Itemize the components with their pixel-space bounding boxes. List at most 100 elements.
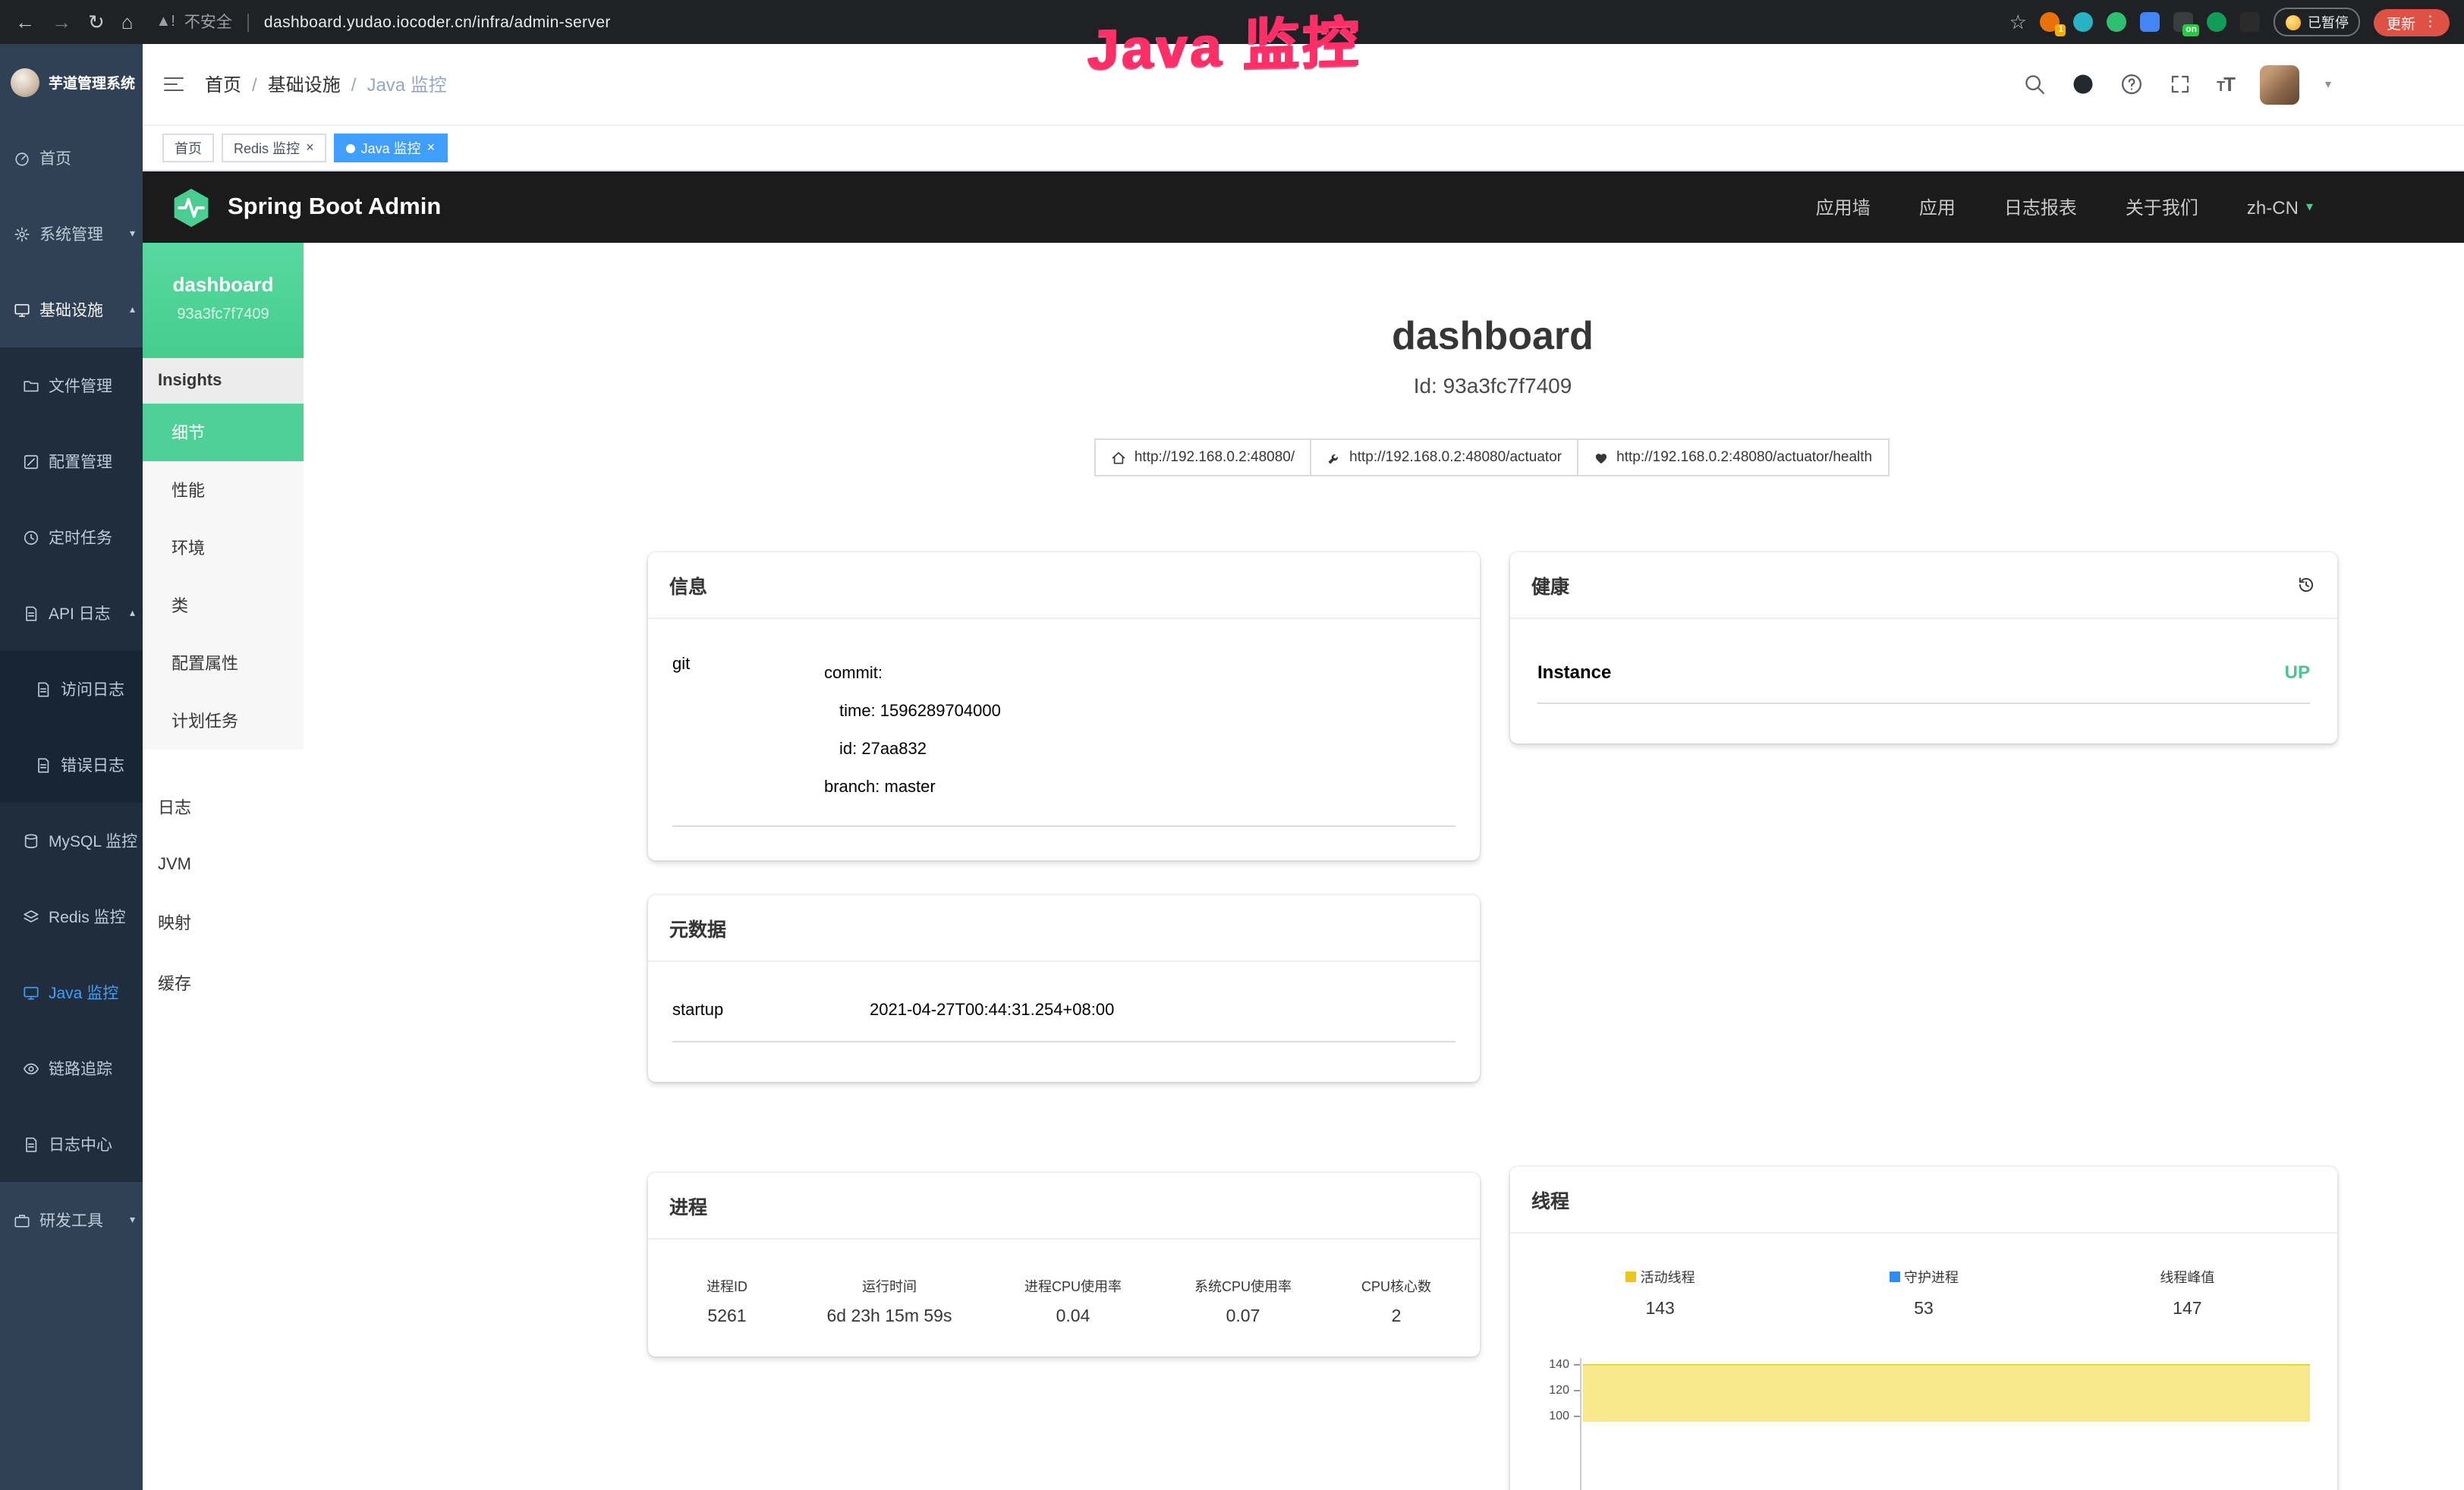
sidebar-item-api-log[interactable]: API 日志 ▴ bbox=[0, 575, 143, 651]
breadcrumb-infra[interactable]: 基础设施 bbox=[268, 71, 341, 97]
breadcrumb-home[interactable]: 首页 bbox=[205, 71, 241, 97]
extension-green-circle-icon[interactable] bbox=[2107, 12, 2127, 32]
sidebar-item-access-log[interactable]: 访问日志 bbox=[0, 651, 143, 727]
sidebar-item-devtools[interactable]: 研发工具 ▾ bbox=[0, 1182, 143, 1258]
sba-nav-applications[interactable]: 应用 bbox=[1919, 194, 1956, 220]
sync-paused-pill[interactable]: 已暂停 bbox=[2274, 8, 2361, 36]
sba-item-configprops[interactable]: 配置属性 bbox=[143, 634, 304, 692]
sidebar-item-config[interactable]: 配置管理 bbox=[0, 423, 143, 499]
sidebar-item-log-center[interactable]: 日志中心 bbox=[0, 1106, 143, 1182]
threads-chart: 140 120 100 bbox=[1528, 1358, 2319, 1490]
font-size-icon[interactable]: TT bbox=[2217, 73, 2234, 96]
sba-nav-wallboard[interactable]: 应用墙 bbox=[1816, 194, 1871, 220]
sidebar-item-error-log[interactable]: 错误日志 bbox=[0, 727, 143, 803]
threads-legend-values: 143 53 147 bbox=[1528, 1300, 2319, 1319]
wrench-icon bbox=[1326, 450, 1342, 465]
sidebar-item-files[interactable]: 文件管理 bbox=[0, 347, 143, 423]
sba-item-metrics[interactable]: 性能 bbox=[143, 461, 304, 519]
sidebar-item-infra[interactable]: 基础设施 ▴ bbox=[0, 272, 143, 347]
main-sidebar: 芋道管理系统 首页 系统管理 ▾ 基础设施 ▴ 文件管理 bbox=[0, 44, 143, 1490]
service-url-button[interactable]: http://192.168.0.2:48080/ bbox=[1095, 439, 1311, 476]
history-icon[interactable] bbox=[2296, 575, 2316, 595]
document-icon bbox=[35, 681, 52, 697]
sba-item-jvm[interactable]: JVM bbox=[143, 838, 304, 892]
bookmark-star-icon[interactable]: ☆ bbox=[2009, 12, 2027, 32]
folder-icon bbox=[23, 377, 39, 394]
address-bar[interactable]: ▲! 不安全 dashboard.yudao.iocoder.cn/infra/… bbox=[156, 11, 611, 33]
yellow-swatch-icon bbox=[1625, 1272, 1636, 1282]
extension-leaf-icon[interactable] bbox=[2208, 12, 2227, 32]
actuator-url-button[interactable]: http://192.168.0.2:48080/actuator bbox=[1310, 439, 1578, 476]
sidebar-item-redis[interactable]: Redis 监控 bbox=[0, 879, 143, 954]
extension-teal-icon[interactable] bbox=[2074, 12, 2094, 32]
user-avatar[interactable] bbox=[2260, 64, 2299, 104]
home-icon[interactable]: ⌂ bbox=[121, 12, 134, 32]
sidebar-item-home[interactable]: 首页 bbox=[0, 120, 143, 196]
eye-icon bbox=[23, 1060, 39, 1077]
logo-avatar-icon bbox=[11, 68, 39, 96]
paused-label: 已暂停 bbox=[2308, 12, 2349, 32]
page-subtitle: Id: 93a3fc7f7409 bbox=[648, 373, 2337, 398]
tab-java[interactable]: Java 监控 × bbox=[334, 134, 448, 162]
sba-item-environment[interactable]: 环境 bbox=[143, 519, 304, 577]
avatar-caret-icon[interactable]: ▾ bbox=[2325, 77, 2331, 91]
sba-item-scheduled[interactable]: 计划任务 bbox=[143, 692, 304, 750]
github-icon[interactable] bbox=[2071, 73, 2094, 96]
instance-card[interactable]: dashboard 93a3fc7f7409 bbox=[143, 243, 304, 358]
toolbox-icon bbox=[14, 1212, 30, 1228]
tab-redis[interactable]: Redis 监控 × bbox=[222, 134, 326, 162]
url-text[interactable]: dashboard.yudao.iocoder.cn/infra/admin-s… bbox=[264, 13, 611, 31]
help-icon[interactable] bbox=[2119, 73, 2142, 96]
kebab-menu-icon[interactable]: ⋮ bbox=[2423, 14, 2437, 30]
sba-nav-about[interactable]: 关于我们 bbox=[2126, 194, 2198, 220]
extension-dark-icon[interactable]: on bbox=[2174, 12, 2194, 32]
sidebar-item-trace[interactable]: 链路追踪 bbox=[0, 1030, 143, 1106]
monitor-icon bbox=[14, 301, 30, 318]
locale-selector[interactable]: zh-CN ▾ bbox=[2247, 196, 2313, 218]
extension-orange-icon[interactable]: 1 bbox=[2041, 12, 2060, 32]
health-row-label: Instance bbox=[1537, 662, 1611, 683]
close-icon[interactable]: × bbox=[306, 141, 314, 155]
app-header: 首页 / 基础设施 / Java 监控 TT ▾ bbox=[143, 44, 2464, 126]
forward-icon[interactable]: → bbox=[52, 12, 71, 32]
chevron-down-icon: ▾ bbox=[130, 228, 135, 240]
active-dot-icon bbox=[346, 143, 355, 152]
sba-item-logs[interactable]: 日志 bbox=[143, 777, 304, 838]
extension-blue-grid-icon[interactable] bbox=[2141, 12, 2160, 32]
sidebar-item-java[interactable]: Java 监控 bbox=[0, 954, 143, 1030]
metadata-row: startup 2021-04-27T00:44:31.254+08:00 bbox=[672, 1001, 1455, 1042]
app-logo[interactable]: 芋道管理系统 bbox=[0, 44, 143, 120]
sidebar-item-jobs[interactable]: 定时任务 bbox=[0, 499, 143, 575]
metadata-value: 2021-04-27T00:44:31.254+08:00 bbox=[870, 1001, 1455, 1020]
sba-brand[interactable]: Spring Boot Admin bbox=[228, 193, 441, 221]
chrome-update-button[interactable]: 更新 ⋮ bbox=[2374, 8, 2450, 36]
sba-nav-journal[interactable]: 日志报表 bbox=[2004, 194, 2077, 220]
search-icon[interactable] bbox=[2022, 73, 2045, 96]
hamburger-icon[interactable] bbox=[164, 77, 184, 92]
threads-card: 线程 活动线程 bbox=[1510, 1167, 2337, 1490]
health-url-button[interactable]: http://192.168.0.2:48080/actuator/health bbox=[1577, 439, 1889, 476]
address-divider bbox=[247, 13, 249, 31]
chevron-down-icon: ▾ bbox=[130, 1214, 135, 1226]
extension-puzzle-icon[interactable] bbox=[2241, 12, 2261, 32]
sidebar-item-system[interactable]: 系统管理 ▾ bbox=[0, 196, 143, 272]
back-icon[interactable]: ← bbox=[15, 12, 35, 32]
tab-home[interactable]: 首页 bbox=[162, 134, 214, 162]
gear-icon bbox=[14, 225, 30, 242]
update-label: 更新 bbox=[2387, 11, 2415, 33]
close-icon[interactable]: × bbox=[427, 141, 436, 155]
fullscreen-icon[interactable] bbox=[2168, 73, 2191, 96]
sidebar-item-mysql[interactable]: MySQL 监控 bbox=[0, 803, 143, 879]
sba-item-classes[interactable]: 类 bbox=[143, 577, 304, 634]
blue-swatch-icon bbox=[1889, 1272, 1899, 1282]
reload-icon[interactable]: ↻ bbox=[88, 12, 105, 32]
info-value: commit: time: 1596289704000 id: 27aa832 … bbox=[824, 655, 1455, 807]
sba-sidebar: dashboard 93a3fc7f7409 Insights 细节 性能 环境… bbox=[143, 243, 304, 1490]
page-title: dashboard bbox=[648, 313, 2337, 360]
layers-icon bbox=[23, 908, 39, 925]
document-icon bbox=[23, 605, 39, 621]
sba-item-mappings[interactable]: 映射 bbox=[143, 892, 304, 953]
info-row-git: git commit: time: 1596289704000 id: 27aa… bbox=[672, 655, 1455, 827]
sba-item-caches[interactable]: 缓存 bbox=[143, 953, 304, 1014]
sba-item-details[interactable]: 细节 bbox=[143, 404, 304, 461]
